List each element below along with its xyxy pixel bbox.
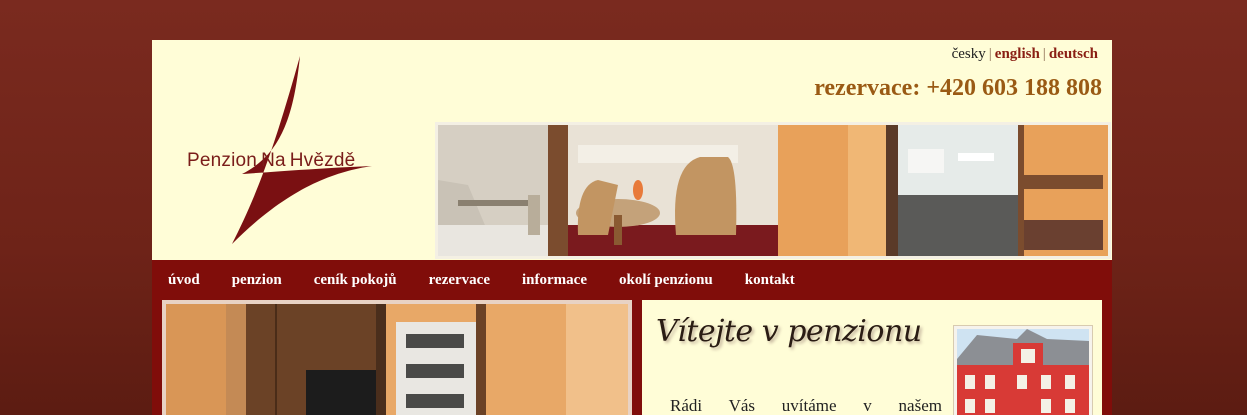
header: Penzion Na Hvězdě česky | english | deutsch re… xyxy=(152,40,1112,260)
language-switcher: česky | english | deutsch xyxy=(951,46,1098,62)
lang-en[interactable]: english xyxy=(995,46,1040,62)
page-container: Penzion Na Hvězdě česky | english | deutsch re… xyxy=(152,40,1112,415)
nav-item-rezervace[interactable]: rezervace xyxy=(413,260,506,300)
room-banner-photo xyxy=(435,122,1111,259)
lang-cs[interactable]: česky xyxy=(952,46,986,62)
hotel-building-photo[interactable] xyxy=(954,326,1092,415)
lang-de[interactable]: deutsch xyxy=(1049,46,1098,62)
room-photo xyxy=(162,300,632,415)
nav-item-okoli[interactable]: okolí penzionu xyxy=(603,260,729,300)
logo[interactable]: Penzion Na Hvězdě xyxy=(182,54,412,246)
logo-text: Penzion Na Hvězdě xyxy=(187,150,356,171)
welcome-title: Vítejte v penzionu xyxy=(656,314,922,349)
reservation-phone: rezervace: +420 603 188 808 xyxy=(814,75,1102,101)
nav-item-informace[interactable]: informace xyxy=(506,260,603,300)
welcome-section: Vítejte v penzionu Rádi Vás uvítáme v na… xyxy=(642,300,1102,415)
nav-item-kontakt[interactable]: kontakt xyxy=(729,260,811,300)
nav-item-penzion[interactable]: penzion xyxy=(216,260,298,300)
main-nav: úvod penzion ceník pokojů rezervace info… xyxy=(152,260,1112,300)
welcome-text: Rádi Vás uvítáme v našem xyxy=(670,396,942,415)
nav-item-cenik[interactable]: ceník pokojů xyxy=(298,260,413,300)
nav-item-uvod[interactable]: úvod xyxy=(152,260,216,300)
